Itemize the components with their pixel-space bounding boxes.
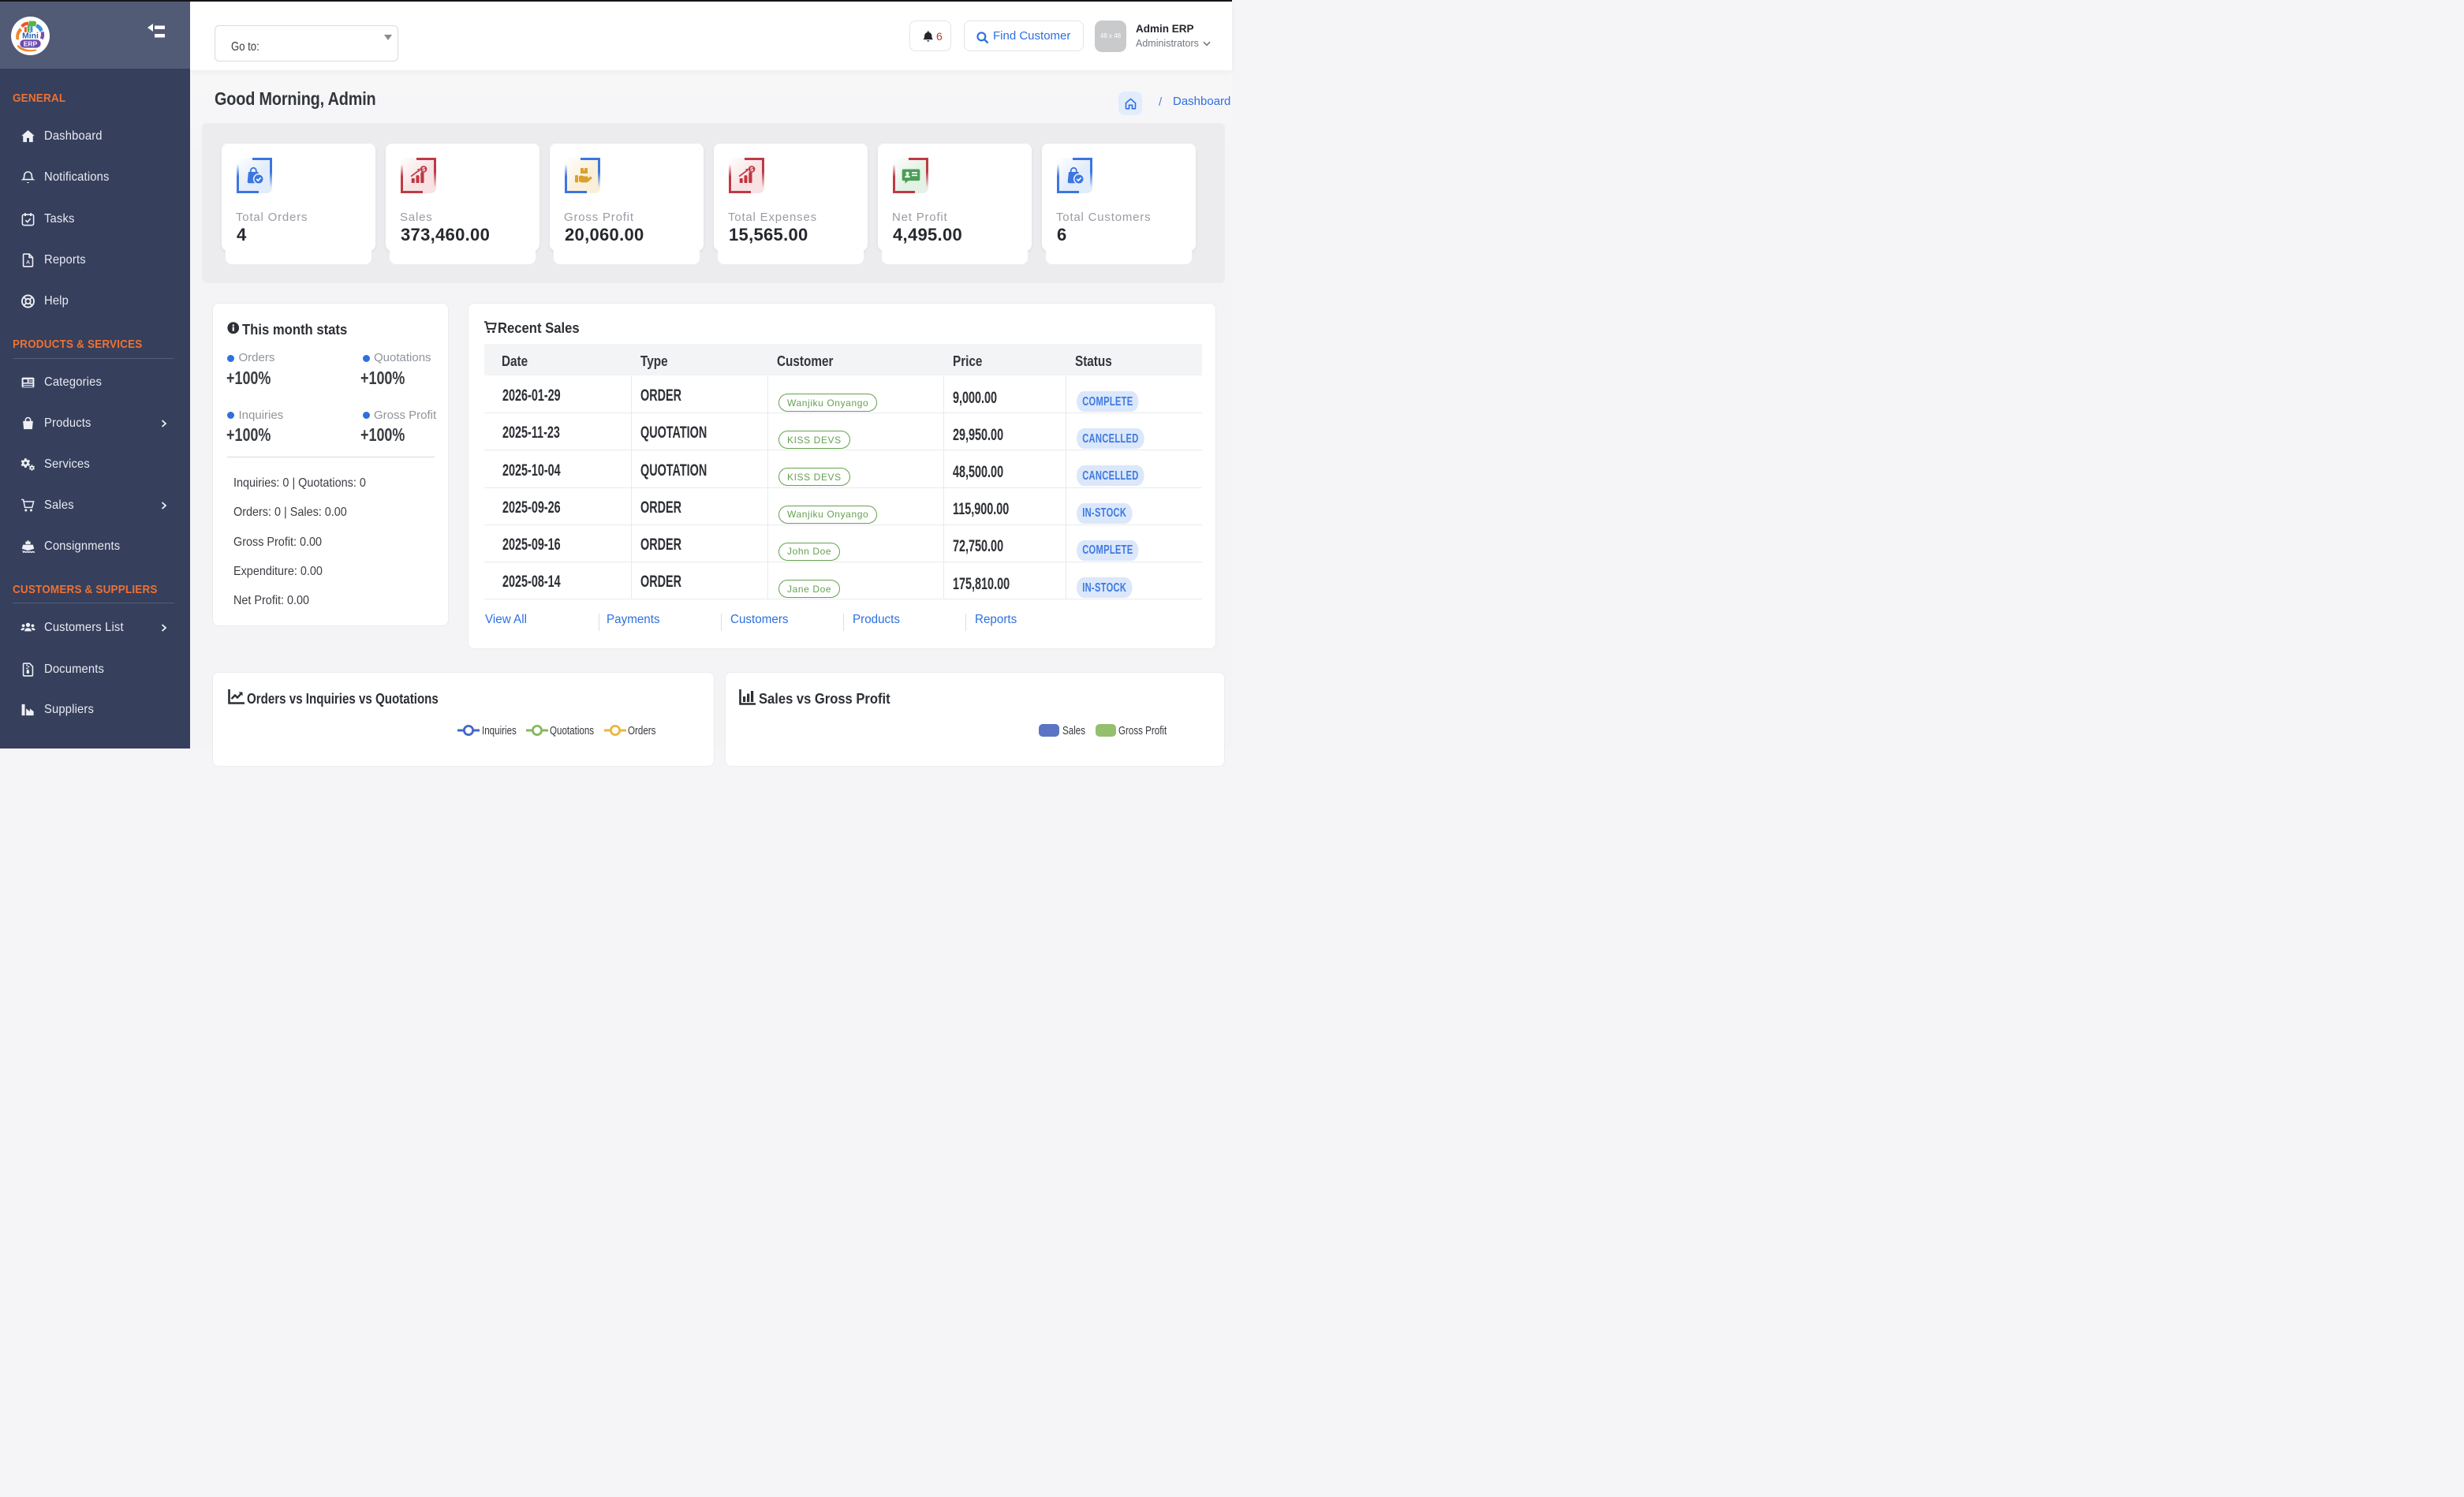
svg-text:ERP: ERP <box>24 40 38 48</box>
svg-text:Mini: Mini <box>22 32 39 40</box>
svg-text:A: A <box>26 259 30 265</box>
